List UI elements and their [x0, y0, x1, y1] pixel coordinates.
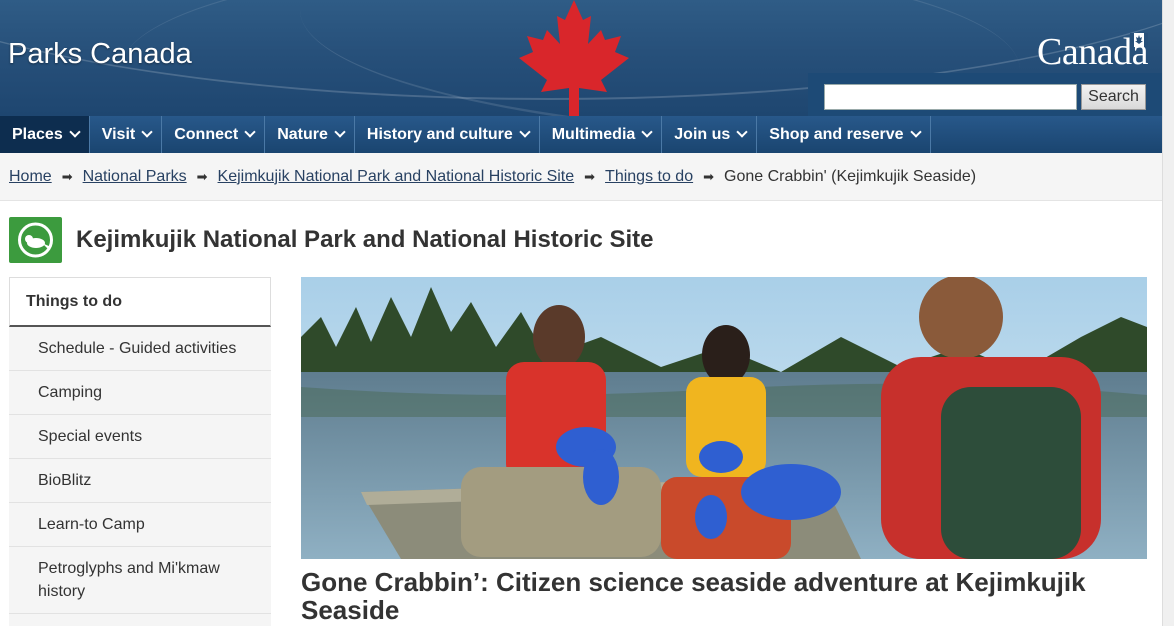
nav-item-connect[interactable]: Connect	[162, 116, 266, 153]
breadcrumb: Home ➡ National Parks ➡ Kejimkujik Natio…	[0, 153, 1162, 201]
nav-item-visit[interactable]: Visit	[90, 116, 163, 153]
arrow-right-icon: ➡	[61, 168, 73, 184]
chevron-down-icon	[334, 126, 346, 138]
sidebar-item-petroglyphs[interactable]: Petroglyphs and Mi'kmaw history	[9, 547, 271, 614]
arrow-right-icon: ➡	[196, 168, 208, 184]
chevron-down-icon	[69, 126, 81, 138]
nav-item-label: Places	[12, 125, 63, 143]
nav-item-shop-and-reserve[interactable]: Shop and reserve	[757, 116, 931, 153]
nav-item-history-and-culture[interactable]: History and culture	[355, 116, 540, 153]
nav-item-multimedia[interactable]: Multimedia	[540, 116, 663, 153]
breadcrumb-current: Gone Crabbin' (Kejimkujik Seaside)	[724, 167, 977, 185]
chevron-down-icon	[909, 126, 922, 138]
beaver-logo-icon	[9, 217, 62, 263]
sidebar-item-special-events[interactable]: Special events	[9, 415, 271, 459]
breadcrumb-link-national-parks[interactable]: National Parks	[83, 168, 187, 186]
nav-item-label: Join us	[674, 125, 731, 143]
nav-item-label: Shop and reserve	[769, 125, 904, 143]
park-header: Kejimkujik National Park and National Hi…	[9, 217, 654, 263]
header-banner: Parks Canada Canadä Search	[0, 0, 1174, 116]
nav-item-label: Visit	[101, 125, 136, 143]
nav-item-label: Connect	[174, 125, 239, 143]
search-bar: Search	[808, 73, 1162, 116]
sidebar-item-schedule[interactable]: Schedule - Guided activities	[9, 327, 271, 371]
search-button[interactable]: Search	[1081, 84, 1146, 110]
nav-item-label: Nature	[277, 125, 328, 143]
chevron-down-icon	[519, 126, 531, 138]
search-input[interactable]	[824, 84, 1077, 110]
sidebar-item-bioblitz[interactable]: BioBlitz	[9, 459, 271, 503]
chevron-down-icon	[141, 126, 153, 138]
sidebar-nav: Things to do Schedule - Guided activitie…	[9, 277, 271, 626]
scrollbar[interactable]	[1162, 0, 1174, 626]
arrow-right-icon: ➡	[584, 168, 596, 184]
park-title: Kejimkujik National Park and National Hi…	[76, 226, 654, 253]
nav-item-places[interactable]: Places	[0, 116, 90, 153]
main-nav: Places Visit Connect Nature History and …	[0, 116, 1162, 153]
site-title[interactable]: Parks Canada	[8, 38, 192, 71]
nav-item-nature[interactable]: Nature	[265, 116, 355, 153]
flag-icon	[1130, 33, 1148, 47]
sidebar-item-camping[interactable]: Camping	[9, 371, 271, 415]
breadcrumb-link-park[interactable]: Kejimkujik National Park and National Hi…	[218, 168, 575, 186]
arrow-right-icon: ➡	[703, 168, 715, 184]
nav-item-label: Multimedia	[551, 125, 636, 143]
maple-leaf-icon	[519, 0, 629, 116]
chevron-down-icon	[736, 126, 748, 138]
nav-item-label: History and culture	[366, 125, 513, 143]
nav-item-join-us[interactable]: Join us	[662, 116, 758, 153]
sidebar-heading[interactable]: Things to do	[9, 277, 271, 327]
breadcrumb-link-things-to-do[interactable]: Things to do	[605, 168, 693, 186]
chevron-down-icon	[641, 126, 653, 138]
breadcrumb-link-home[interactable]: Home	[9, 168, 52, 186]
feature-photo	[301, 277, 1147, 559]
sidebar-item-learn-to-camp[interactable]: Learn-to Camp	[9, 503, 271, 547]
chevron-down-icon	[244, 126, 256, 138]
feature-title[interactable]: Gone Crabbin’: Citizen science seaside a…	[301, 568, 1147, 624]
